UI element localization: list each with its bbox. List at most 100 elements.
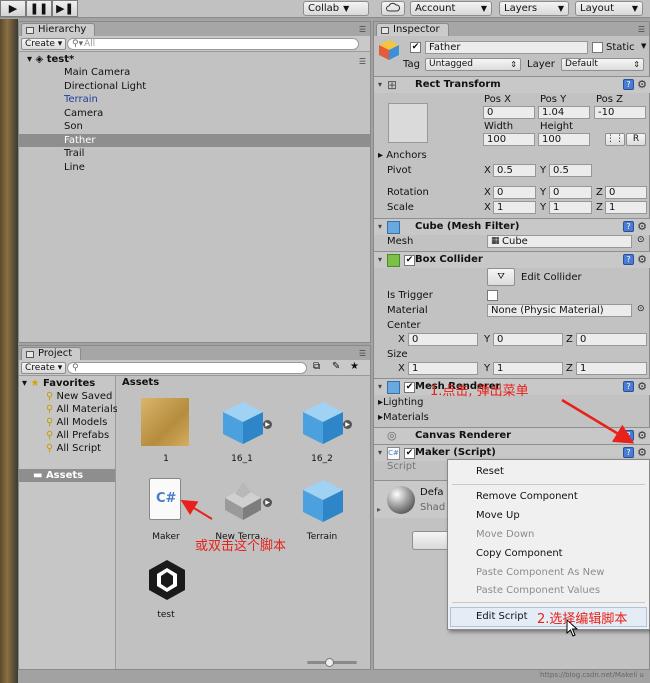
scene-root-row[interactable]: ▾ ◈ test* ☰ xyxy=(19,53,370,67)
edit-collider-button[interactable]: ⛛ xyxy=(487,268,515,286)
cloud-button[interactable] xyxy=(381,1,405,16)
hierarchy-item-father[interactable]: Father xyxy=(19,133,370,147)
hierarchy-item-terrain[interactable]: Terrain xyxy=(19,93,370,107)
panel-menu-icon[interactable]: ☰ xyxy=(638,25,645,34)
width-field[interactable]: 100 xyxy=(483,133,535,146)
maker-script-enabled-checkbox[interactable]: ✔ xyxy=(404,448,415,459)
thumbnail-size-slider[interactable] xyxy=(307,658,357,667)
asset-new-terrain[interactable]: ▶ New Terra... xyxy=(207,476,277,542)
account-dropdown[interactable]: Account ▼ xyxy=(410,1,492,16)
hierarchy-item-son[interactable]: Son xyxy=(19,120,370,134)
help-icon[interactable]: ? xyxy=(623,381,634,392)
materials-row[interactable]: ▸Materials xyxy=(378,412,429,423)
rotation-y-field[interactable]: 0 xyxy=(549,186,592,199)
pause-button[interactable]: ❚❚ xyxy=(26,0,52,17)
favorite-item[interactable]: ⚲ All Prefabs xyxy=(46,429,109,442)
favorite-item[interactable]: ⚲ All Materials xyxy=(46,403,118,416)
mesh-filter-header[interactable]: ▾ Cube (Mesh Filter) ? ⚙ xyxy=(374,218,650,235)
object-name-field[interactable]: Father xyxy=(425,41,588,54)
rotation-x-field[interactable]: 0 xyxy=(493,186,536,199)
menu-item-edit-script[interactable]: Edit Script xyxy=(476,611,528,623)
tab-inspector[interactable]: Inspector xyxy=(376,23,449,36)
pos-x-field[interactable]: 0 xyxy=(483,106,535,119)
object-picker-icon[interactable]: ⊙ xyxy=(637,304,645,314)
gear-icon[interactable]: ⚙ xyxy=(637,253,647,266)
panel-menu-icon[interactable]: ☰ xyxy=(359,349,366,358)
anchor-presets-widget[interactable] xyxy=(388,103,428,143)
add-component-button[interactable] xyxy=(412,531,452,550)
gear-icon[interactable]: ⚙ xyxy=(637,220,647,233)
pos-z-field[interactable]: -10 xyxy=(594,106,646,119)
scale-z-field[interactable]: 1 xyxy=(605,201,647,214)
size-z-field[interactable]: 1 xyxy=(576,362,647,375)
box-collider-enabled-checkbox[interactable]: ✔ xyxy=(404,255,415,266)
hierarchy-item-trail[interactable]: Trail xyxy=(19,147,370,161)
asset-test-scene[interactable]: test xyxy=(131,554,201,620)
physic-material-field[interactable]: None (Physic Material) xyxy=(487,304,632,317)
collab-button[interactable]: Collab ▼ xyxy=(303,1,369,16)
blueprint-mode-button[interactable]: ⋮⋮ xyxy=(605,133,625,146)
favorite-star-icon[interactable]: ★ xyxy=(350,361,359,372)
favorite-item[interactable]: ⚲ New Saved xyxy=(46,390,112,403)
layers-dropdown[interactable]: Layers ▼ xyxy=(499,1,569,16)
canvas-renderer-header[interactable]: ◎ Canvas Renderer ? ⚙ xyxy=(374,427,650,444)
play-icon[interactable]: ▶ xyxy=(263,420,272,429)
gear-icon[interactable]: ⚙ xyxy=(637,446,647,459)
rotation-z-field[interactable]: 0 xyxy=(605,186,647,199)
box-collider-header[interactable]: ▾ ✔ Box Collider ? ⚙ xyxy=(374,251,650,268)
asset-maker-script[interactable]: C# Maker xyxy=(131,476,201,542)
hierarchy-search-input[interactable]: ⚲▾ All xyxy=(67,38,359,50)
center-z-field[interactable]: 0 xyxy=(576,333,647,346)
pivot-x-field[interactable]: 0.5 xyxy=(493,164,536,177)
hierarchy-item-camera[interactable]: Camera xyxy=(19,107,370,121)
scene-view-strip[interactable] xyxy=(0,19,18,683)
filter-label-icon[interactable]: ✎ xyxy=(332,361,340,372)
hierarchy-item-directional-light[interactable]: Directional Light xyxy=(19,80,370,94)
layout-dropdown[interactable]: Layout ▼ xyxy=(575,1,643,16)
tab-hierarchy[interactable]: Hierarchy xyxy=(21,23,96,36)
asset-16-2[interactable]: ▶ 16_2 xyxy=(287,398,357,464)
lighting-row[interactable]: ▸Lighting xyxy=(378,397,423,408)
hierarchy-item-main-camera[interactable]: Main Camera xyxy=(19,66,370,80)
gear-icon[interactable]: ⚙ xyxy=(637,380,647,393)
mesh-renderer-enabled-checkbox[interactable]: ✔ xyxy=(404,382,415,393)
static-checkbox[interactable] xyxy=(592,42,603,53)
slider-handle[interactable] xyxy=(325,658,334,667)
active-checkbox[interactable]: ✔ xyxy=(410,42,421,53)
play-icon[interactable]: ▶ xyxy=(343,420,352,429)
asset-1[interactable]: 1 xyxy=(131,398,201,464)
project-search-input[interactable]: ⚲ xyxy=(67,362,307,374)
mesh-object-field[interactable]: ▦ Cube xyxy=(487,235,632,248)
raw-edit-button[interactable]: R xyxy=(626,133,646,146)
rect-transform-header[interactable]: ▾ ⊞ Rect Transform ? ⚙ xyxy=(374,76,650,93)
gear-icon[interactable]: ⚙ xyxy=(637,429,647,442)
menu-item-remove-component[interactable]: Remove Component xyxy=(476,491,578,503)
chevron-down-icon[interactable]: ▼ xyxy=(641,42,646,50)
scale-y-field[interactable]: 1 xyxy=(549,201,592,214)
create-dropdown[interactable]: Create ▾ xyxy=(21,362,67,374)
create-dropdown[interactable]: Create ▾ xyxy=(21,38,67,50)
help-icon[interactable]: ? xyxy=(623,221,634,232)
play-button[interactable]: ▶ xyxy=(0,0,26,17)
help-icon[interactable]: ? xyxy=(623,79,634,90)
center-x-field[interactable]: 0 xyxy=(408,333,478,346)
hierarchy-item-line[interactable]: Line xyxy=(19,161,370,175)
center-y-field[interactable]: 0 xyxy=(493,333,563,346)
pos-y-field[interactable]: 1.04 xyxy=(538,106,590,119)
menu-item-move-up[interactable]: Move Up xyxy=(476,510,520,522)
step-button[interactable]: ▶❚ xyxy=(52,0,78,17)
play-icon[interactable]: ▶ xyxy=(263,498,272,507)
object-picker-icon[interactable]: ⊙ xyxy=(637,235,645,245)
panel-menu-icon[interactable]: ☰ xyxy=(359,25,366,34)
layer-dropdown[interactable]: Default ⇕ xyxy=(561,58,644,71)
help-icon[interactable]: ? xyxy=(623,430,634,441)
asset-16-1[interactable]: ▶ 16_1 xyxy=(207,398,277,464)
tab-project[interactable]: Project xyxy=(21,347,82,360)
pivot-y-field[interactable]: 0.5 xyxy=(549,164,592,177)
assets-folder-row[interactable]: ▬ Assets xyxy=(19,469,115,482)
scale-x-field[interactable]: 1 xyxy=(493,201,536,214)
favorite-item[interactable]: ⚲ All Script xyxy=(46,442,101,455)
menu-item-reset[interactable]: Reset xyxy=(476,466,504,478)
asset-terrain[interactable]: Terrain xyxy=(287,476,357,542)
menu-item-copy-component[interactable]: Copy Component xyxy=(476,548,563,560)
